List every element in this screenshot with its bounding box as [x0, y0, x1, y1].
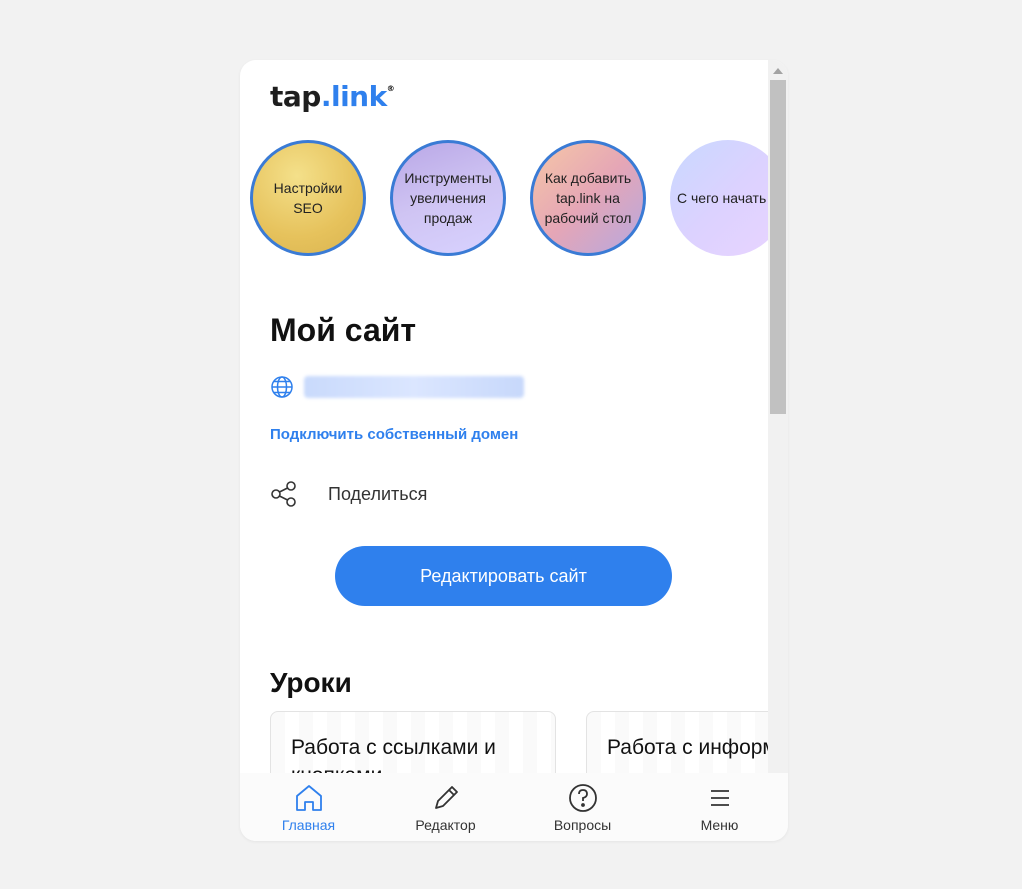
edit-site-button[interactable]: Редактировать сайт — [335, 546, 672, 606]
nav-item-home[interactable]: Главная — [249, 781, 369, 833]
bottom-navigation: Главная Редактор Вопросы Меню — [240, 773, 788, 841]
logo-text-link: .link — [320, 80, 387, 113]
nav-label: Вопросы — [553, 817, 612, 833]
nav-item-menu[interactable]: Меню — [660, 781, 780, 833]
site-url-row[interactable] — [270, 374, 524, 400]
share-icon — [271, 481, 296, 507]
stories-carousel: Настройки SEO Инструменты увеличения про… — [250, 140, 768, 264]
pencil-icon — [434, 786, 458, 809]
home-icon — [295, 785, 322, 811]
nav-label: Меню — [700, 817, 739, 833]
nav-item-questions[interactable]: Вопросы — [523, 781, 643, 833]
app-window: tap.link® Настройки SEO Инструменты увел… — [240, 60, 788, 841]
menu-icon — [710, 790, 729, 806]
logo-text-tap: tap — [270, 80, 321, 113]
nav-label: Главная — [281, 817, 336, 833]
scrollbar-thumb[interactable] — [770, 80, 786, 414]
share-label: Поделиться — [328, 483, 428, 504]
story-add-to-desktop[interactable]: Как добавить tap.link на рабочий стол — [530, 140, 646, 256]
page-title: Мой сайт — [270, 312, 417, 348]
nav-label: Редактор — [415, 817, 476, 833]
scroll-up-arrow[interactable] — [773, 68, 783, 74]
question-icon — [568, 784, 597, 812]
globe-icon — [271, 376, 293, 398]
lesson-card-title: Работа с информацией — [607, 736, 768, 759]
story-label: Как добавить tap.link на рабочий стол — [544, 170, 632, 226]
taplink-logo[interactable]: tap.link® — [270, 80, 395, 113]
story-seo-settings[interactable]: Настройки SEO — [250, 140, 366, 256]
story-label: С чего начать — [677, 190, 767, 206]
main-content: tap.link® Настройки SEO Инструменты увел… — [240, 60, 768, 841]
connect-domain-link[interactable]: Подключить собственный домен — [270, 426, 518, 443]
scrollbar[interactable] — [768, 60, 788, 841]
site-url-blurred[interactable] — [304, 376, 524, 398]
lessons-heading: Уроки — [270, 667, 352, 698]
share-button[interactable]: Поделиться — [270, 480, 427, 508]
story-label: Настройки SEO — [273, 180, 343, 216]
story-sales-tools[interactable]: Инструменты увеличения продаж — [390, 140, 506, 256]
story-getting-started[interactable]: С чего начать — [670, 140, 768, 256]
nav-item-editor[interactable]: Редактор — [386, 781, 506, 833]
logo-registered-mark: ® — [386, 84, 395, 93]
story-label: Инструменты увеличения продаж — [404, 170, 492, 226]
